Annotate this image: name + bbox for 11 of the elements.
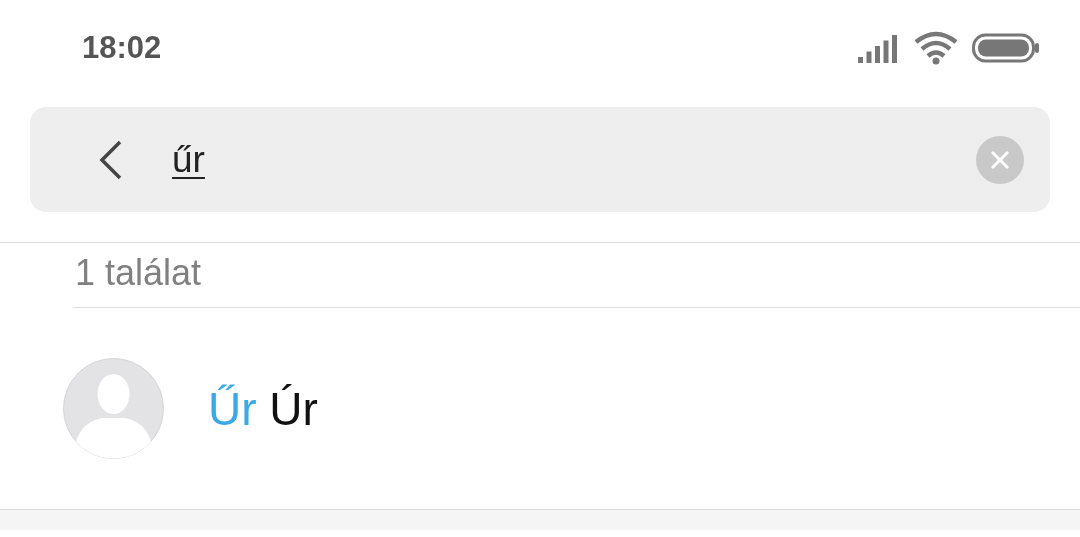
close-icon	[989, 148, 1011, 171]
clock: 18:02	[82, 29, 163, 66]
contact-name: Űr Úr	[208, 381, 318, 436]
avatar-icon	[63, 358, 164, 459]
search-field[interactable]: űr	[30, 107, 1050, 212]
back-icon	[98, 138, 124, 181]
signal-icon	[858, 32, 900, 63]
result-count: 1 találat	[74, 251, 203, 295]
wifi-icon	[914, 30, 958, 65]
search-input[interactable]: űr	[172, 134, 976, 185]
battery-icon	[972, 32, 1040, 63]
